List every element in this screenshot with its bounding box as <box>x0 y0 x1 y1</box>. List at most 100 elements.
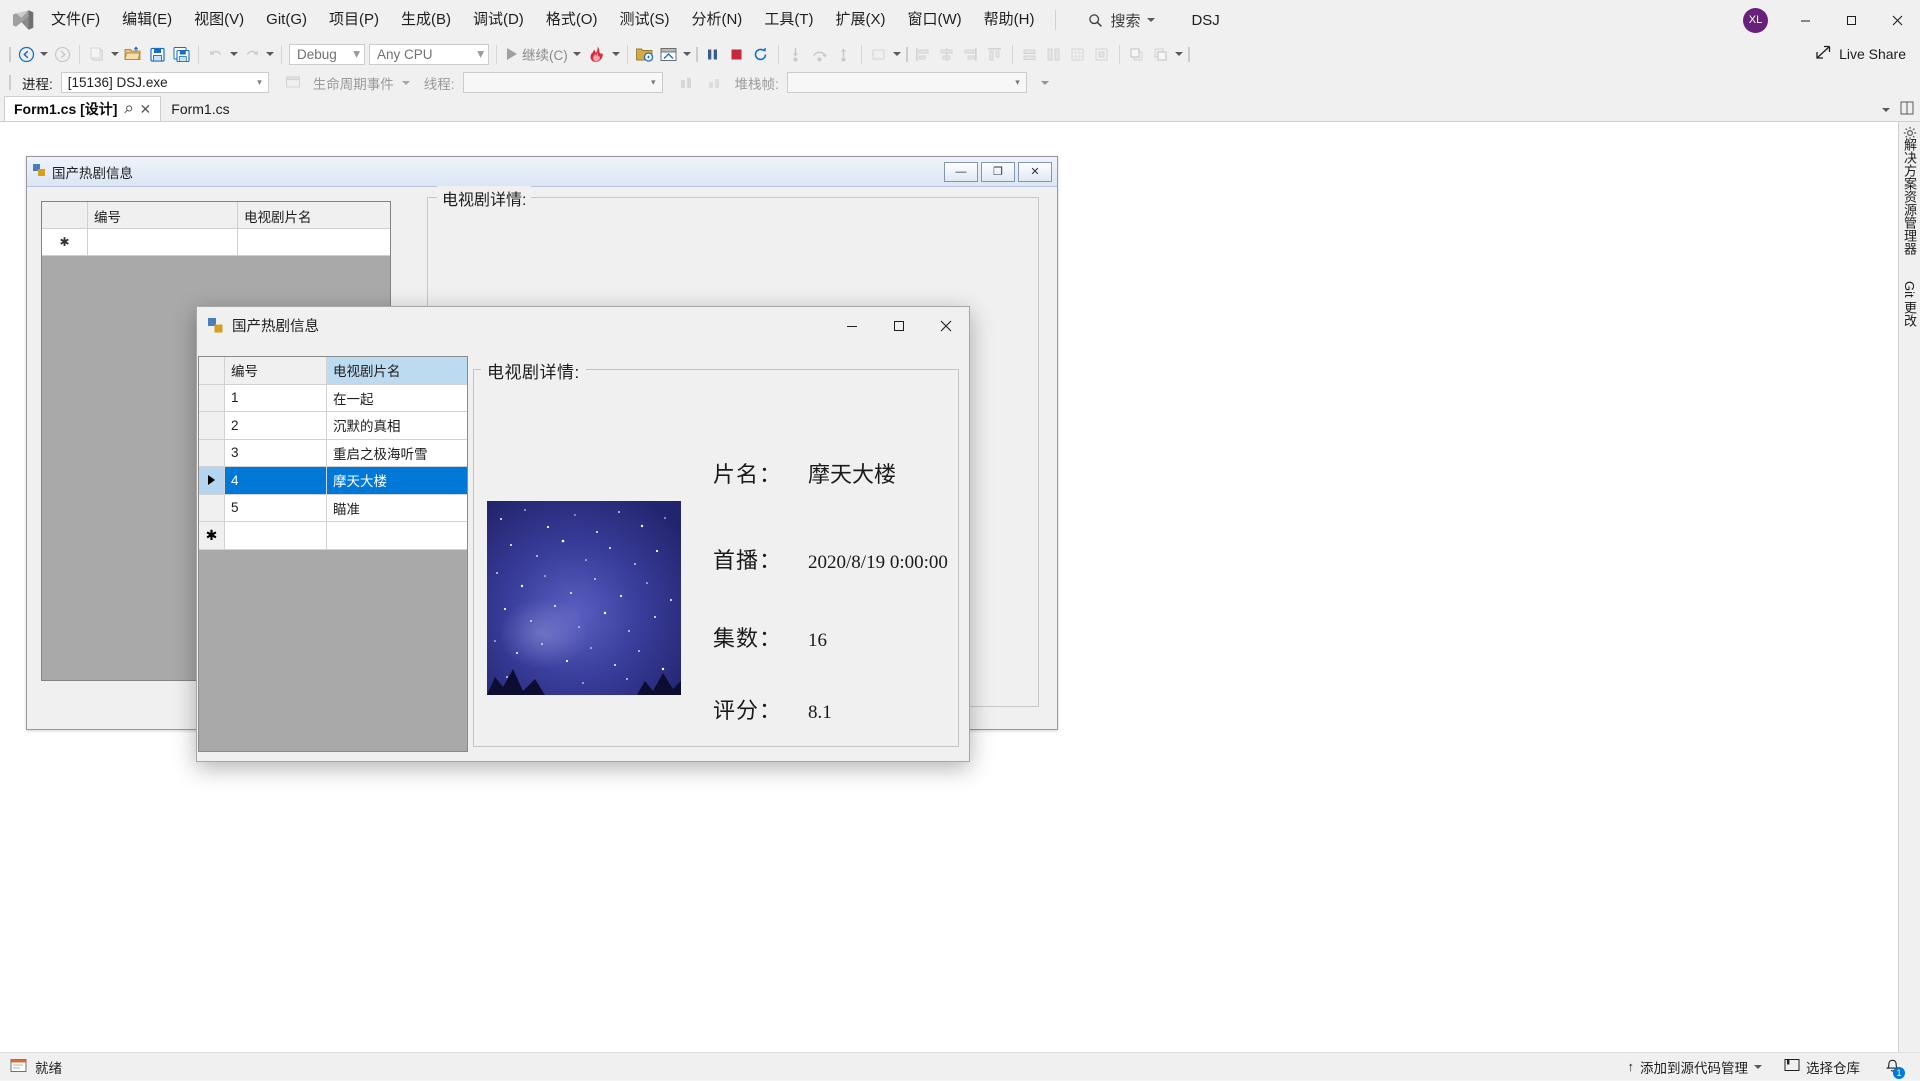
app-minimize-button[interactable] <box>828 307 875 345</box>
stackframe-combo[interactable]: ▾ <box>787 72 1027 93</box>
thread-marker-dropdown[interactable] <box>891 43 903 66</box>
add-to-source-control-button[interactable]: ↑ 添加到源代码管理 <box>1620 1053 1771 1081</box>
menu-build[interactable]: 生成(B) <box>390 0 462 40</box>
cell-id[interactable]: 4 <box>225 467 327 494</box>
hot-reload-dropdown[interactable] <box>610 43 622 66</box>
app-close-button[interactable] <box>922 307 969 345</box>
table-row-selected[interactable]: 4 摩天大楼 <box>199 467 467 495</box>
navigate-backward-icon[interactable] <box>14 43 38 66</box>
close-icon[interactable]: ✕ <box>140 101 152 118</box>
continue-button[interactable]: 继续(C) <box>502 43 586 66</box>
notifications-button[interactable]: 1 <box>1874 1053 1910 1081</box>
cell-id[interactable]: 3 <box>225 440 327 467</box>
menu-git[interactable]: Git(G) <box>255 0 318 40</box>
step-out-icon[interactable] <box>832 43 856 66</box>
row-selector[interactable] <box>199 495 225 522</box>
make-same-width-icon[interactable] <box>1018 43 1042 66</box>
new-project-icon[interactable] <box>85 43 109 66</box>
windows-layout-icon[interactable] <box>657 43 681 66</box>
align-centers-icon[interactable] <box>935 43 959 66</box>
cell-name[interactable]: 在一起 <box>327 385 467 412</box>
table-row[interactable]: 2 沉默的真相 <box>199 412 467 440</box>
menu-tools[interactable]: 工具(T) <box>753 0 824 40</box>
order-dropdown[interactable] <box>1173 43 1185 66</box>
redo-icon[interactable] <box>240 43 264 66</box>
live-share-group[interactable]: Live Share <box>1815 44 1920 64</box>
tab-overflow-icon[interactable] <box>1882 108 1890 112</box>
app-maximize-button[interactable] <box>875 307 922 345</box>
menu-extensions[interactable]: 扩展(X) <box>824 0 896 40</box>
tab-form1-designer[interactable]: Form1.cs [设计] ⚲ ✕ <box>4 96 161 121</box>
undo-dropdown[interactable] <box>228 43 240 66</box>
undo-icon[interactable] <box>204 43 228 66</box>
thread-combo[interactable]: ▾ <box>463 72 663 93</box>
table-new-row[interactable]: ✱ <box>199 522 467 550</box>
solution-platform-combo[interactable]: Any CPU ▾ <box>369 44 489 65</box>
windows-layout-dropdown[interactable] <box>681 43 693 66</box>
close-button[interactable] <box>1874 0 1920 40</box>
send-to-back-icon[interactable] <box>1149 43 1173 66</box>
cell-id[interactable]: 2 <box>225 412 327 439</box>
cell-id[interactable]: 5 <box>225 495 327 522</box>
dock-git-changes[interactable]: Git 更改 <box>1898 275 1920 333</box>
new-project-dropdown[interactable] <box>109 43 121 66</box>
table-row[interactable]: 1 在一起 <box>199 385 467 413</box>
cell-name[interactable] <box>327 522 467 549</box>
menu-project[interactable]: 项目(P) <box>318 0 390 40</box>
design-surface[interactable]: 国产热剧信息 — ❐ ✕ 编号 电视剧片名 ✱ <box>0 122 1920 1052</box>
step-over-icon[interactable] <box>808 43 832 66</box>
toolbar-grip-4[interactable] <box>1185 45 1193 64</box>
toolbar-grip-3[interactable] <box>903 45 911 64</box>
menu-file[interactable]: 文件(F) <box>40 0 111 40</box>
show-diagnostic-tools-icon[interactable] <box>633 43 657 66</box>
new-row-selector[interactable]: ✱ <box>199 522 225 549</box>
stack-frame-next-icon[interactable] <box>703 71 727 94</box>
grid-header-name[interactable]: 电视剧片名 <box>327 357 467 384</box>
restart-debugging-icon[interactable] <box>749 43 773 66</box>
bring-to-front-icon[interactable] <box>1125 43 1149 66</box>
designer-maximize-button[interactable]: ❐ <box>981 162 1015 182</box>
cell-id[interactable] <box>225 522 327 549</box>
menu-analyze[interactable]: 分析(N) <box>680 0 753 40</box>
row-selector[interactable] <box>199 467 225 494</box>
app-window-titlebar[interactable]: 国产热剧信息 <box>197 307 969 345</box>
size-to-grid-icon[interactable] <box>1066 43 1090 66</box>
stack-frame-prev-icon[interactable] <box>675 71 699 94</box>
grid-header-id[interactable]: 编号 <box>225 357 327 384</box>
open-file-icon[interactable] <box>121 43 145 66</box>
menu-view[interactable]: 视图(V) <box>183 0 255 40</box>
align-lefts-icon[interactable] <box>911 43 935 66</box>
hot-reload-icon[interactable] <box>586 43 610 66</box>
lifecycle-events-icon[interactable] <box>281 71 305 94</box>
pin-icon[interactable]: ⚲ <box>121 102 136 117</box>
stop-debugging-icon[interactable] <box>725 43 749 66</box>
designer-minimize-button[interactable]: — <box>944 162 978 182</box>
cell-id[interactable]: 1 <box>225 385 327 412</box>
align-rights-icon[interactable] <box>959 43 983 66</box>
align-tops-icon[interactable] <box>983 43 1007 66</box>
search-box[interactable]: 搜索 <box>1078 5 1165 35</box>
thread-marker-icon[interactable] <box>867 43 891 66</box>
menu-edit[interactable]: 编辑(E) <box>111 0 183 40</box>
menu-debug[interactable]: 调试(D) <box>462 0 535 40</box>
center-horizontally-icon[interactable] <box>1090 43 1114 66</box>
cell-name[interactable]: 瞄准 <box>327 495 467 522</box>
step-into-icon[interactable] <box>784 43 808 66</box>
cell-name[interactable]: 摩天大楼 <box>327 467 467 494</box>
toolbar-grip[interactable] <box>6 45 14 64</box>
menu-window[interactable]: 窗口(W) <box>896 0 972 40</box>
drama-datagridview[interactable]: 编号 电视剧片名 1 在一起 2 沉默的真相 <box>198 356 468 752</box>
select-repository-button[interactable]: 选择仓库 <box>1776 1053 1868 1081</box>
split-view-icon[interactable] <box>1900 101 1914 118</box>
cell-name[interactable]: 沉默的真相 <box>327 412 467 439</box>
table-row[interactable]: 5 瞄准 <box>199 495 467 523</box>
make-same-height-icon[interactable] <box>1042 43 1066 66</box>
dock-settings-icon[interactable] <box>1903 126 1917 143</box>
toolbar-grip-2[interactable] <box>693 45 701 64</box>
cell-name[interactable]: 重启之极海听雪 <box>327 440 467 467</box>
avatar[interactable]: XL <box>1743 8 1768 33</box>
row-selector[interactable] <box>199 412 225 439</box>
break-all-icon[interactable] <box>701 43 725 66</box>
proc-grip[interactable] <box>6 73 14 92</box>
row-selector[interactable] <box>199 440 225 467</box>
